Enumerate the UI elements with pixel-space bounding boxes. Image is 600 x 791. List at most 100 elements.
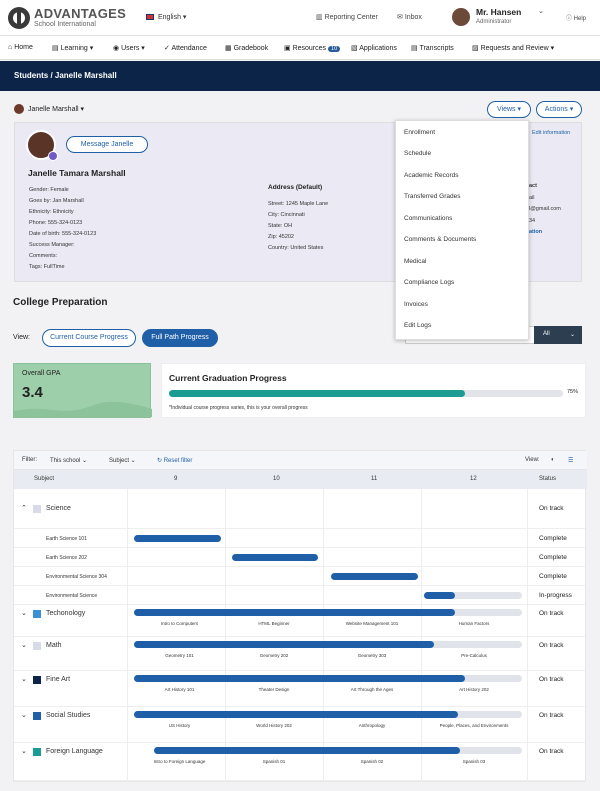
contact-details: act ail l@gmail.com 34 ation — [529, 183, 561, 235]
table-header: Subject 9 10 11 12 Status — [14, 470, 587, 489]
course-name: Environmental Science — [46, 593, 98, 599]
user-menu-chevron-icon[interactable]: ⌄ — [538, 7, 544, 15]
subject-row[interactable]: ⌄ Math On track Geometry 101 Geometry 202 Geo… — [14, 637, 587, 671]
status-text: On track — [539, 610, 564, 617]
subject-row[interactable]: ⌃ Science On track — [14, 489, 587, 529]
subject-progress-bar[interactable] — [134, 675, 465, 682]
progress-table: Filter: This school ⌄ Subject ⌄ ↻ Reset … — [13, 450, 587, 783]
expand-chevron-icon[interactable]: ⌄ — [21, 747, 27, 755]
expand-chevron-icon[interactable]: ⌄ — [21, 711, 27, 719]
logo-text: ADVANTAGES — [34, 6, 127, 21]
reporting-center-link[interactable]: ▥ Reporting Center — [316, 13, 378, 21]
reset-filter-link[interactable]: ↻ Reset filter — [157, 457, 192, 464]
course-label: Pre-Calculus — [461, 653, 487, 658]
course-progress-bar[interactable] — [424, 592, 455, 599]
verified-badge-icon — [48, 151, 58, 161]
chart-view-icon[interactable]: ◐ — [551, 457, 555, 463]
subject-progress-bar[interactable] — [134, 609, 455, 616]
language-select[interactable]: English ▾ — [146, 13, 186, 21]
course-progress-bar[interactable] — [331, 573, 418, 580]
expand-chevron-icon[interactable]: ⌄ — [21, 675, 27, 683]
course-label: Website Management 101 — [345, 621, 399, 626]
menu-item-schedule[interactable]: Schedule — [404, 150, 431, 157]
subject-name: Social Studies — [46, 712, 91, 719]
menu-item-enrollment[interactable]: Enrollment — [404, 129, 435, 136]
course-progress-bar[interactable] — [134, 535, 221, 542]
subject-row[interactable]: ⌄ Foreign Language On track Intro to Foreig… — [14, 743, 587, 781]
nav-users[interactable]: ◉ Users ▾ — [113, 44, 145, 52]
subject-row[interactable]: ⌄ Fine Art On track Art History 101 Theater … — [14, 671, 587, 707]
user-name[interactable]: Mr. Hansen — [476, 7, 521, 17]
course-progress-bar[interactable] — [232, 554, 318, 561]
student-details: Gender: Female Goes by: Jan Marshall Ethni… — [29, 187, 97, 270]
nav-resources[interactable]: ▣ Resources 10 — [284, 44, 341, 52]
logo-icon — [8, 7, 30, 29]
nav-learning[interactable]: ▤ Learning ▾ — [52, 44, 93, 52]
expand-chevron-icon[interactable]: ⌄ — [21, 641, 27, 649]
menu-item-academic-records[interactable]: Academic Records — [404, 172, 459, 179]
full-path-progress-button[interactable]: Full Path Progress — [142, 329, 218, 347]
nav-transcripts[interactable]: ▤ Transcripts — [411, 44, 454, 52]
course-label: Art History 101 — [164, 687, 195, 692]
subject-filter[interactable]: Subject ⌄ — [109, 457, 136, 464]
subject-progress-bar[interactable] — [134, 641, 434, 648]
col-grade-12: 12 — [470, 476, 477, 482]
menu-item-comments-documents[interactable]: Comments & Documents — [404, 236, 476, 243]
actions-button[interactable]: Actions ▾ — [536, 101, 582, 118]
status-text: On track — [539, 676, 564, 683]
nav-requests-review[interactable]: ▨ Requests and Review ▾ — [472, 44, 554, 52]
menu-item-communications[interactable]: Communications — [404, 215, 452, 222]
menu-item-transferred-grades[interactable]: Transferred Grades — [404, 193, 460, 200]
course-row[interactable]: Environmental Science 304 Complete — [14, 567, 587, 586]
subject-row[interactable]: ⌄ Social Studies On track US History World H… — [14, 707, 587, 743]
graduation-title: Current Graduation Progress — [169, 373, 287, 383]
subject-progress-bar[interactable] — [154, 747, 460, 754]
nav-home[interactable]: ⌂ Home — [8, 44, 33, 51]
course-label: World History 202 — [256, 723, 292, 728]
nav-gradebook[interactable]: ▦ Gradebook — [225, 44, 268, 52]
user-avatar[interactable] — [452, 8, 470, 26]
inbox-link[interactable]: ✉ Inbox — [397, 13, 422, 21]
subject-name: Techonology — [46, 610, 86, 617]
school-filter[interactable]: This school ⌄ — [50, 457, 87, 464]
course-row[interactable]: Environmental Science In-progress — [14, 586, 587, 605]
course-name: Earth Science 202 — [46, 555, 87, 561]
address-title: Address (Default) — [268, 184, 323, 191]
course-row[interactable]: Earth Science 202 Complete — [14, 548, 587, 567]
status-text: Complete — [539, 573, 567, 580]
status-text: In-progress — [539, 592, 572, 599]
subject-color-swatch — [33, 642, 41, 650]
menu-item-medical[interactable]: Medical — [404, 258, 426, 265]
expand-chevron-icon[interactable]: ⌄ — [21, 609, 27, 617]
current-course-progress-button[interactable]: Current Course Progress — [42, 329, 136, 347]
list-view-icon[interactable]: ☰ — [568, 457, 573, 464]
help-link[interactable]: ⓘ Help — [566, 13, 586, 22]
menu-item-invoices[interactable]: Invoices — [404, 301, 428, 308]
course-label: Intro to Foreign Language — [153, 759, 206, 764]
all-select[interactable]: All ⌄ — [534, 326, 582, 344]
graduation-progress-card: Current Graduation Progress 75% *Individ… — [161, 363, 586, 418]
nav-attendance[interactable]: ✓ Attendance — [164, 44, 207, 52]
nav-applications[interactable]: ▧ Applications — [351, 44, 397, 52]
subject-row[interactable]: ⌄ Techonology On track Intro to Computers HT… — [14, 605, 587, 637]
student-select[interactable]: Janelle Marshall ▾ — [14, 104, 84, 114]
views-button[interactable]: Views ▾ — [487, 101, 531, 118]
student-full-name: Janelle Tamara Marshall — [28, 168, 126, 178]
menu-item-compliance-logs[interactable]: Compliance Logs — [404, 279, 454, 286]
course-label: Intro to Computers — [160, 621, 199, 626]
graduation-progress-track — [169, 390, 563, 397]
view-label: View: — [13, 334, 30, 341]
filter-bar: Filter: This school ⌄ Subject ⌄ ↻ Reset … — [14, 451, 587, 470]
message-student-button[interactable]: Message Janelle — [66, 136, 148, 153]
menu-item-edit-logs[interactable]: Edit Logs — [404, 322, 431, 329]
course-label: Theater Design — [258, 687, 290, 692]
collapse-chevron-icon[interactable]: ⌃ — [21, 504, 27, 512]
course-label: People, Places, and Environments — [439, 723, 509, 728]
subject-progress-bar[interactable] — [134, 711, 458, 718]
graduation-note: *Individual course progress varies, this… — [169, 405, 308, 411]
edit-information-link[interactable]: Edit information — [532, 128, 570, 139]
course-label: Spanish 02 — [360, 759, 384, 764]
course-row[interactable]: Earth Science 101 Complete — [14, 529, 587, 548]
gpa-card: Overall GPA 3.4 — [13, 363, 152, 418]
course-label: Geometry 303 — [357, 653, 387, 658]
